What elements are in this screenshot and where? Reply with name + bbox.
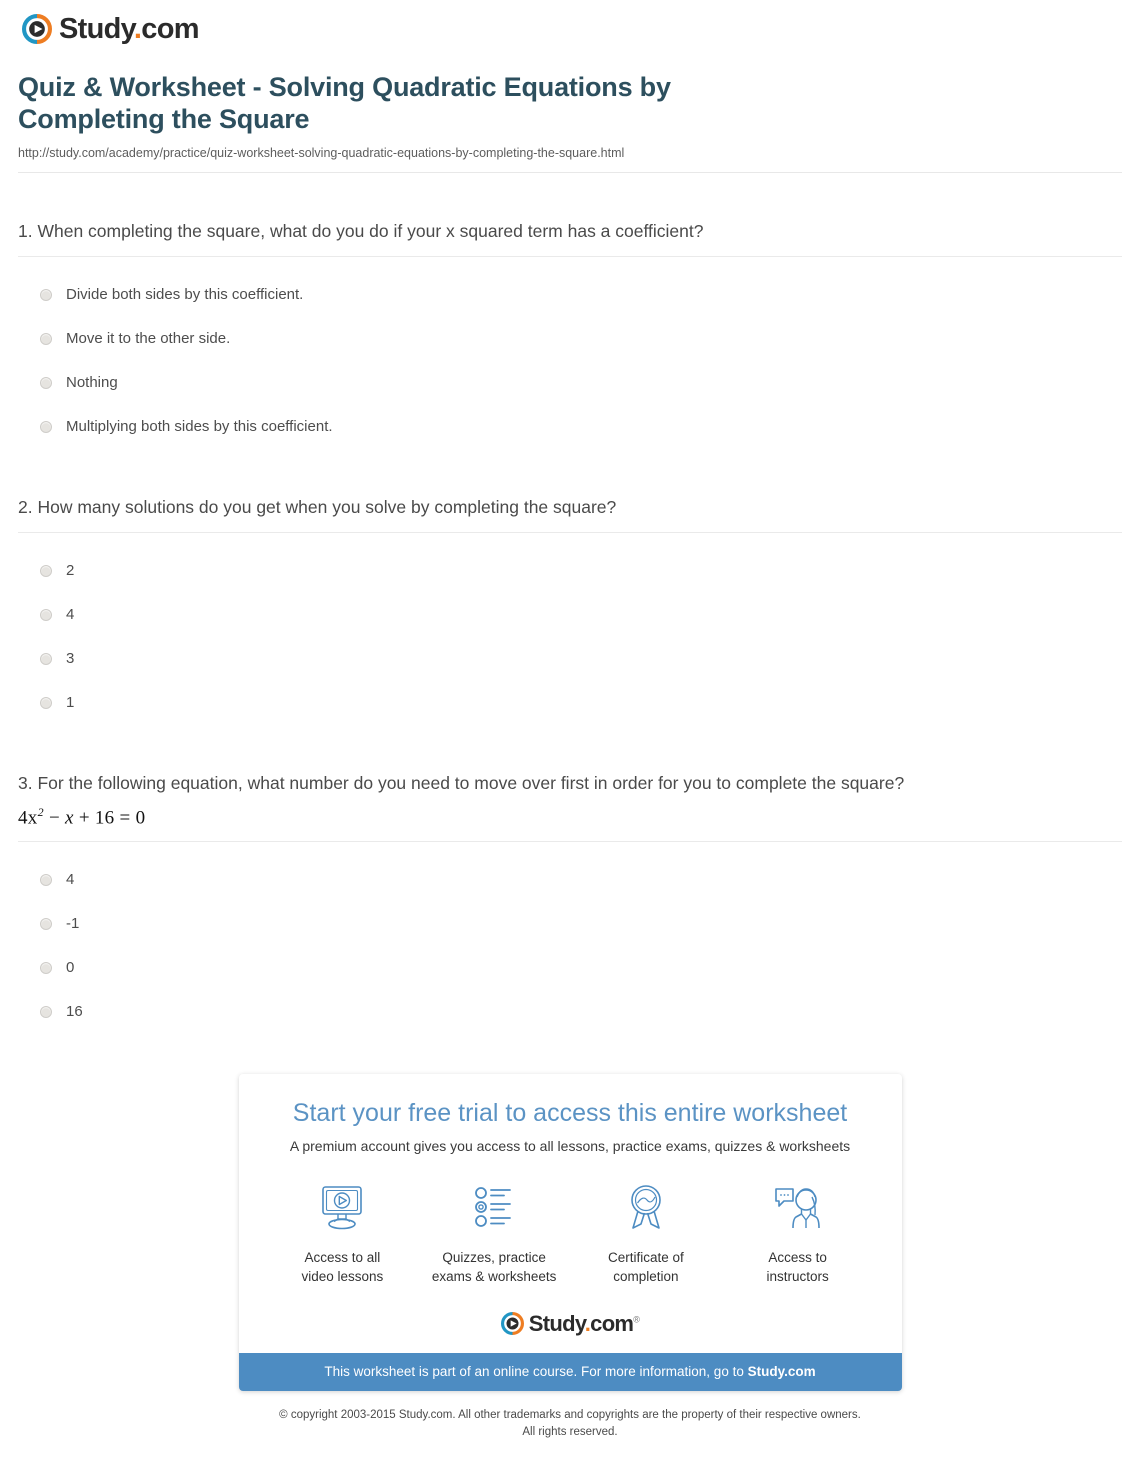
option-row[interactable]: Move it to the other side. — [18, 317, 1122, 361]
option-label: 16 — [66, 1003, 83, 1021]
option-label: Move it to the other side. — [66, 330, 231, 348]
option-label: 2 — [66, 562, 75, 580]
option-label: 4 — [66, 606, 75, 624]
equation-tail: + 16 = 0 — [73, 806, 146, 828]
question-1-options: Divide both sides by this coefficient. M… — [18, 273, 1122, 449]
site-logo-text: Study.com — [59, 12, 199, 45]
question-1-text: 1. When completing the square, what do y… — [18, 220, 704, 241]
award-ribbon-icon — [571, 1180, 721, 1236]
question-2-options: 2 4 3 1 — [18, 549, 1122, 725]
question-3-text: 3. For the following equation, what numb… — [18, 772, 905, 793]
play-circle-icon — [500, 1312, 524, 1336]
feature-certificate: Certificate of completion — [571, 1180, 721, 1286]
feature-label: Certificate of completion — [607, 1249, 684, 1284]
option-row[interactable]: 4 — [18, 593, 1122, 637]
trademark-mark: ® — [633, 1314, 640, 1325]
option-row[interactable]: -1 — [18, 902, 1122, 946]
header-divider — [18, 171, 1122, 173]
option-label: -1 — [66, 915, 80, 933]
option-row[interactable]: Divide both sides by this coefficient. — [18, 273, 1122, 317]
option-row[interactable]: 16 — [18, 990, 1122, 1034]
question-2: 2. How many solutions do you get when yo… — [18, 495, 1122, 725]
logo-name-main: Study — [59, 12, 135, 45]
radio-icon[interactable] — [40, 961, 52, 974]
copyright-notice: © copyright 2003-2015 Study.com. All oth… — [18, 1407, 1122, 1440]
question-1: 1. When completing the square, what do y… — [18, 219, 1122, 449]
question-3: 3. For the following equation, what numb… — [18, 771, 1122, 1034]
option-label: 3 — [66, 650, 75, 668]
logo-name-tld: com — [590, 1310, 634, 1336]
promo-subtitle: A premium account gives you access to al… — [289, 1137, 851, 1154]
radio-icon[interactable] — [40, 608, 52, 621]
equation-lead: 4x — [18, 806, 38, 828]
feature-label: Quizzes, practice exams & worksheets — [431, 1249, 557, 1284]
promo-logo-text: Study.com® — [528, 1310, 640, 1336]
radio-icon[interactable] — [40, 873, 52, 886]
feature-quizzes: Quizzes, practice exams & worksheets — [419, 1180, 569, 1286]
question-2-text: 2. How many solutions do you get when yo… — [18, 496, 617, 517]
option-label: Multiplying both sides by this coefficie… — [66, 418, 333, 436]
radio-icon[interactable] — [40, 652, 52, 665]
radio-icon[interactable] — [40, 696, 52, 709]
option-label: 4 — [66, 871, 75, 889]
option-row[interactable]: 0 — [18, 946, 1122, 990]
option-label: Nothing — [66, 374, 118, 392]
promo-features: Access to all video lessons Quizzes, pra… — [239, 1180, 902, 1286]
copyright-line-2: All rights reserved. — [522, 1426, 618, 1438]
feature-label: Access to all video lessons — [301, 1249, 384, 1284]
option-label: 1 — [66, 694, 75, 712]
worksheet-body: Quiz & Worksheet - Solving Quadratic Equ… — [0, 72, 1140, 1441]
option-label: 0 — [66, 959, 75, 977]
equation-operator: − — [43, 806, 66, 828]
radio-icon[interactable] — [40, 420, 52, 433]
page-title: Quiz & Worksheet - Solving Quadratic Equ… — [18, 72, 671, 134]
option-row[interactable]: Multiplying both sides by this coefficie… — [18, 405, 1122, 449]
question-3-divider — [18, 840, 1122, 842]
promo-bar-text: This worksheet is part of an online cour… — [324, 1364, 748, 1380]
document-url: http://study.com/academy/practice/quiz-w… — [18, 145, 625, 160]
question-3-options: 4 -1 0 16 — [18, 858, 1122, 1034]
option-row[interactable]: Nothing — [18, 361, 1122, 405]
site-logo[interactable]: Study.com — [0, 0, 1140, 44]
promo-section: Start your free trial to access this ent… — [18, 1073, 1122, 1392]
radio-icon[interactable] — [40, 376, 52, 389]
question-2-divider — [18, 531, 1122, 533]
copyright-line-1: © copyright 2003-2015 Study.com. All oth… — [279, 1409, 861, 1422]
promo-bar-link[interactable]: Study.com — [748, 1364, 816, 1379]
option-row[interactable]: 2 — [18, 549, 1122, 593]
logo-name-main: Study — [528, 1310, 586, 1336]
radio-icon[interactable] — [40, 917, 52, 930]
question-3-equation: 4x2 − x + 16 = 0 — [18, 805, 1122, 829]
monitor-play-icon — [267, 1180, 417, 1236]
checklist-icon — [419, 1180, 569, 1236]
logo-name-tld: com — [141, 12, 199, 45]
promo-logo: Study.com® — [239, 1310, 902, 1336]
option-label: Divide both sides by this coefficient. — [66, 286, 304, 304]
promo-title: Start your free trial to access this ent… — [292, 1098, 848, 1127]
play-circle-icon — [22, 14, 52, 44]
question-1-divider — [18, 255, 1122, 257]
radio-icon[interactable] — [40, 564, 52, 577]
feature-instructors: Access to instructors — [723, 1180, 873, 1286]
feature-video-lessons: Access to all video lessons — [267, 1180, 417, 1286]
option-row[interactable]: 4 — [18, 858, 1122, 902]
promo-course-bar[interactable]: This worksheet is part of an online cour… — [238, 1353, 902, 1392]
instructor-chat-icon — [723, 1180, 873, 1236]
equation-variable: x — [65, 806, 74, 828]
radio-icon[interactable] — [40, 332, 52, 345]
option-row[interactable]: 1 — [18, 681, 1122, 725]
free-trial-card: Start your free trial to access this ent… — [238, 1073, 902, 1392]
radio-icon[interactable] — [40, 1005, 52, 1018]
radio-icon[interactable] — [40, 288, 52, 301]
feature-label: Access to instructors — [766, 1249, 829, 1284]
option-row[interactable]: 3 — [18, 637, 1122, 681]
